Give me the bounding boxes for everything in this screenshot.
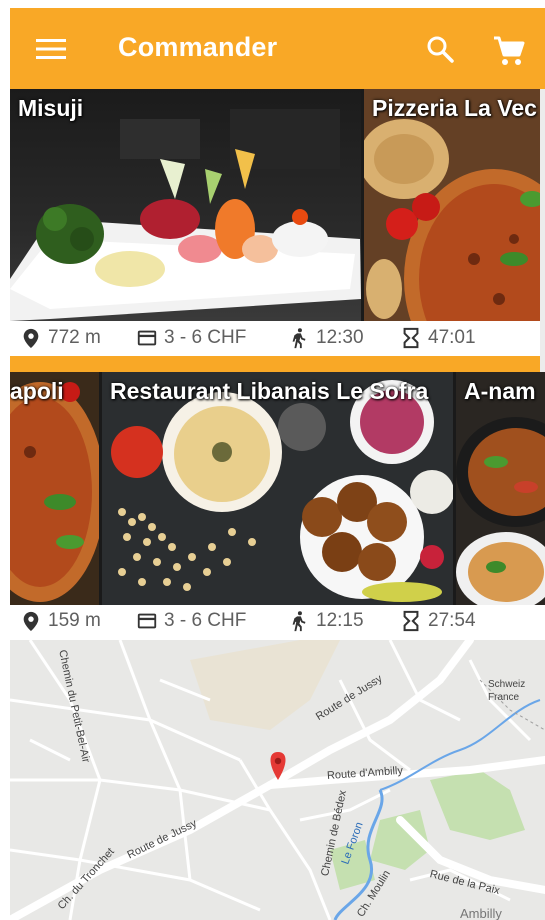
pickup-time-info: 12:15 [288,610,364,632]
restaurant-carousel-1[interactable]: Misuji Pizzeria La Vec [10,89,545,321]
walking-person-icon [292,611,306,632]
price-info: 3 - 6 CHF [136,327,246,349]
noodle-photo [456,372,545,605]
pizza-photo [364,89,545,321]
restaurant-card-misuji[interactable]: Misuji [10,89,361,321]
restaurant-card-pizzeria[interactable]: Pizzeria La Vec [364,89,545,321]
app-bar: Commander [10,8,545,89]
search-icon[interactable] [425,34,455,64]
map-label: Schweiz France [488,679,526,703]
location-pin-icon [23,611,39,632]
map-view[interactable]: Chemin du Petit-Bel-Air Route de Jussy R… [10,640,545,920]
restaurant-card-a-nam[interactable]: A-nam [456,372,545,605]
distance-info: 159 m [20,610,101,632]
countdown-info: 27:54 [400,610,476,632]
pickup-time-info: 12:30 [288,327,364,349]
pizza-photo [10,372,99,605]
map-label: Ambilly [460,906,502,920]
restaurant-name: apoli [10,378,64,404]
price-info: 3 - 6 CHF [136,610,246,632]
cart-icon[interactable] [492,34,526,68]
restaurant-name: Pizzeria La Vec [372,95,537,121]
hourglass-icon [403,327,419,349]
card-icon [137,613,157,629]
card-icon [137,330,157,346]
restaurant-card-sofra[interactable]: Restaurant Libanais Le Sofra [102,372,453,605]
distance-info: 772 m [20,327,101,349]
restaurant-name: A-nam [464,378,536,404]
countdown-info: 47:01 [400,327,476,349]
section-divider [10,356,545,372]
mezze-photo [102,372,453,605]
restaurant-info-row: 159 m 3 - 6 CHF 12:15 27:54 [10,605,545,639]
restaurant-carousel-2[interactable]: apoli Restaurant Libanais Le Sofra A-nam [10,372,545,605]
menu-icon[interactable] [36,37,66,61]
sushi-photo [10,89,361,321]
walking-person-icon [292,328,306,349]
page-title: Commander [118,32,278,62]
scroll-edge [540,89,545,372]
location-pin-icon [23,328,39,349]
restaurant-card-apoli[interactable]: apoli [10,372,99,605]
hourglass-icon [403,610,419,632]
restaurant-name: Restaurant Libanais Le Sofra [110,378,429,404]
restaurant-info-row: 772 m 3 - 6 CHF 12:30 47:01 [10,322,545,356]
restaurant-name: Misuji [18,95,84,121]
